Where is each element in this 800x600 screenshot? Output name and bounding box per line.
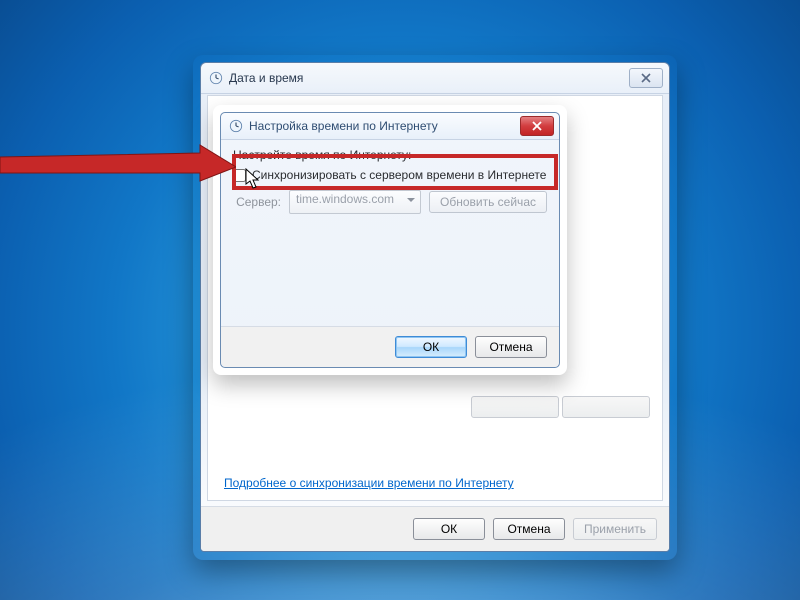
server-label: Сервер: (233, 195, 281, 209)
dialog-body: Настройте время по Интернету: Синхронизи… (221, 140, 559, 218)
dialog-cancel-button[interactable]: Отмена (475, 336, 547, 358)
dialog-instruction: Настройте время по Интернету: (233, 148, 547, 162)
dialog-title: Настройка времени по Интернету (249, 119, 438, 133)
sync-checkbox[interactable] (233, 169, 246, 182)
sync-help-link[interactable]: Подробнее о синхронизации времени по Инт… (224, 476, 514, 490)
sync-checkbox-row[interactable]: Синхронизировать с сервером времени в Ин… (233, 168, 547, 182)
server-row: Сервер: time.windows.com Обновить сейчас (233, 190, 547, 214)
clock-icon (209, 71, 223, 85)
parent-close-button[interactable] (629, 68, 663, 88)
close-icon (641, 73, 651, 83)
dialog-ok-button[interactable]: ОК (395, 336, 467, 358)
parent-cancel-button[interactable]: Отмена (493, 518, 565, 540)
parent-hidden-buttons (471, 396, 650, 420)
dialog-titlebar[interactable]: Настройка времени по Интернету (221, 113, 559, 140)
parent-footer: ОК Отмена Применить (201, 506, 669, 551)
parent-titlebar[interactable]: Дата и время (201, 63, 669, 94)
server-combobox[interactable]: time.windows.com (289, 190, 421, 214)
clock-icon (229, 119, 243, 133)
parent-placeholder-button-1[interactable] (471, 396, 559, 418)
internet-time-settings-dialog: Настройка времени по Интернету Настройте… (220, 112, 560, 368)
parent-ok-button[interactable]: ОК (413, 518, 485, 540)
parent-apply-button[interactable]: Применить (573, 518, 657, 540)
dialog-close-button[interactable] (520, 116, 554, 136)
update-now-button[interactable]: Обновить сейчас (429, 191, 547, 213)
parent-window-title: Дата и время (229, 71, 303, 85)
parent-placeholder-button-2[interactable] (562, 396, 650, 418)
sync-checkbox-label: Синхронизировать с сервером времени в Ин… (252, 168, 546, 182)
close-icon (532, 121, 542, 131)
dialog-footer: ОК Отмена (221, 326, 559, 367)
